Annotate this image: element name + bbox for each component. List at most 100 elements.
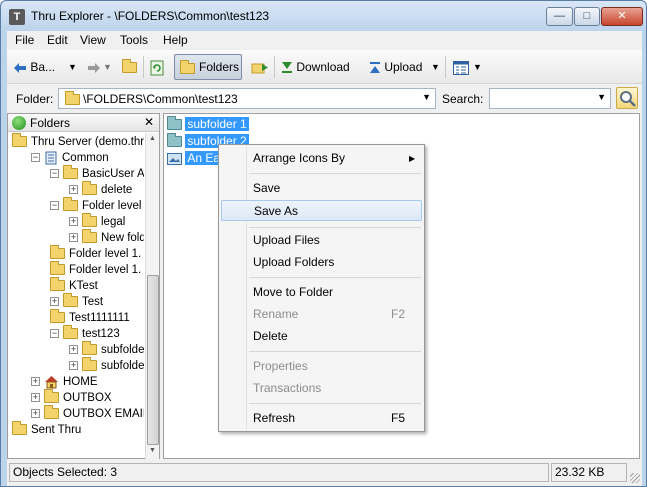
tree-node-label: Folder level 1. [82, 200, 144, 212]
folder-icon [44, 389, 59, 404]
menu-view[interactable]: View [80, 33, 106, 47]
expand-icon[interactable]: + [31, 393, 40, 403]
folder-icon [167, 116, 182, 131]
menu-separator [249, 403, 421, 404]
title-bar[interactable]: T Thru Explorer - \FOLDERS\Common\test12… [1, 1, 646, 31]
menu-save[interactable]: Save [221, 178, 422, 199]
menu-file[interactable]: File [15, 33, 34, 47]
menu-refresh[interactable]: Refresh F5 [221, 408, 422, 429]
menu-upload-files[interactable]: Upload Files [221, 230, 422, 251]
expand-icon[interactable]: + [69, 345, 78, 355]
shortcut-label: F5 [391, 411, 406, 425]
download-button[interactable]: Download [281, 57, 350, 77]
view-mode-dropdown[interactable]: ▼ [473, 57, 482, 77]
expand-icon[interactable]: + [31, 409, 40, 419]
move-to-folder-button[interactable] [251, 57, 269, 77]
expand-icon[interactable]: + [69, 217, 78, 227]
tree-node[interactable]: + OUTBOX EMAIL A [31, 405, 144, 422]
expand-icon[interactable]: + [69, 361, 78, 371]
folders-toggle-button[interactable]: Folders [174, 54, 242, 80]
forward-button[interactable] [87, 57, 101, 77]
download-label: Download [296, 60, 350, 74]
menu-transactions[interactable]: Transactions [221, 378, 422, 399]
server-icon [45, 151, 57, 165]
up-folder-icon [122, 59, 137, 74]
menu-rename[interactable]: Rename F2 [221, 304, 422, 325]
refresh-button[interactable] [150, 57, 164, 77]
menu-properties[interactable]: Properties [221, 356, 422, 377]
expand-icon[interactable]: + [50, 297, 59, 307]
tree-node[interactable]: + OUTBOX [31, 389, 112, 406]
tree-node[interactable]: Folder level 1. [50, 245, 141, 262]
menu-help[interactable]: Help [163, 33, 188, 47]
search-combobox[interactable]: ▼ [489, 88, 611, 109]
file-item[interactable]: subfolder 1 [167, 116, 249, 132]
collapse-icon[interactable]: − [50, 169, 59, 179]
scroll-down-icon[interactable]: ▼ [149, 447, 156, 454]
tree-node[interactable]: + Test [50, 293, 103, 310]
menu-tools[interactable]: Tools [120, 33, 148, 47]
upload-button[interactable]: Upload [369, 57, 422, 77]
menu-delete[interactable]: Delete [221, 326, 422, 347]
expand-icon[interactable]: + [31, 377, 40, 387]
folder-icon [12, 133, 27, 148]
menu-item-label: Transactions [253, 381, 322, 395]
collapse-icon[interactable]: − [31, 153, 40, 163]
tree-node-label: test123 [82, 328, 120, 340]
close-pane-button[interactable]: ✕ [144, 115, 154, 129]
forward-dropdown[interactable]: ▼ [103, 57, 112, 77]
tree-node-label: Sent Thru [31, 424, 82, 436]
tree-node[interactable]: KTest [50, 277, 98, 294]
search-button[interactable] [616, 87, 638, 109]
tree-node-label: BasicUser Acc [82, 168, 144, 180]
menu-item-label: Move to Folder [253, 285, 334, 299]
menu-edit[interactable]: Edit [47, 33, 68, 47]
expand-icon[interactable]: + [69, 233, 78, 243]
tree-node[interactable]: + HOME [31, 374, 98, 390]
folder-icon [63, 293, 78, 308]
menu-move-to-folder[interactable]: Move to Folder [221, 282, 422, 303]
menu-upload-folders[interactable]: Upload Folders [221, 252, 422, 273]
tree-node[interactable]: − Folder level 1. [50, 197, 144, 214]
back-button[interactable]: Ba... [13, 57, 55, 77]
collapse-icon[interactable]: − [50, 329, 59, 339]
scroll-thumb[interactable] [147, 275, 159, 445]
scroll-up-icon[interactable]: ▲ [149, 135, 156, 142]
app-icon[interactable]: T [9, 9, 25, 25]
size-status: 23.32 KB [551, 463, 627, 482]
folder-icon [82, 357, 97, 372]
tree-node[interactable]: + legal [69, 213, 125, 230]
tree-node[interactable]: Test1111111 [50, 309, 130, 326]
menu-arrange-icons-by[interactable]: Arrange Icons By ▶ [221, 148, 422, 169]
close-button[interactable]: ✕ [601, 7, 643, 26]
tree-node[interactable]: Folder level 1. [50, 261, 141, 278]
chevron-down-icon[interactable]: ▼ [422, 92, 431, 102]
tree-scrollbar[interactable]: ▲ ▼ [145, 133, 159, 459]
chevron-down-icon[interactable]: ▼ [597, 92, 606, 102]
tree-node[interactable]: Thru Server (demo.thru [12, 133, 144, 150]
tree-node[interactable]: − BasicUser Acc [50, 165, 144, 182]
tree-node[interactable]: − test123 [50, 325, 120, 342]
expand-icon[interactable]: + [69, 185, 78, 195]
tree-node[interactable]: + subfolder 2 [69, 357, 144, 374]
tree-node[interactable]: − Common [31, 150, 109, 166]
minimize-button[interactable]: — [546, 7, 573, 26]
resize-grip[interactable] [630, 473, 640, 483]
menu-item-label: Refresh [253, 411, 296, 425]
image-file-icon [167, 152, 182, 165]
tree-node[interactable]: + delete [69, 181, 132, 198]
tree-node[interactable]: + New folde [69, 229, 144, 246]
menu-bar: File Edit View Tools Help [7, 31, 642, 50]
up-folder-button[interactable] [122, 57, 137, 77]
view-mode-button[interactable] [453, 57, 469, 77]
folder-path-combobox[interactable]: \FOLDERS\Common\test123 ▼ [58, 88, 436, 109]
tree-node[interactable]: Sent Thru [12, 421, 82, 438]
collapse-icon[interactable]: − [50, 201, 59, 211]
tree-node[interactable]: + subfolder [69, 341, 144, 358]
menu-save-as[interactable]: Save As [221, 200, 422, 221]
folder-label: Folder: [16, 92, 54, 106]
upload-dropdown[interactable]: ▼ [431, 57, 440, 77]
maximize-button[interactable]: □ [574, 7, 600, 26]
globe-icon [12, 116, 26, 130]
back-dropdown[interactable]: ▼ [68, 57, 77, 77]
